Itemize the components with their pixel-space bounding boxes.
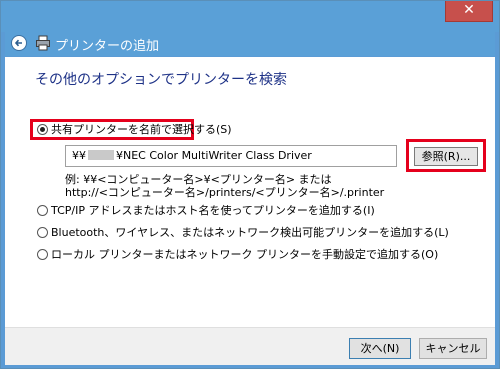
option-label: Bluetooth、ワイヤレス、またはネットワーク検出可能プリンターを追加する(… [51,226,449,239]
close-icon: ✕ [463,2,475,18]
option-local-manual[interactable]: ローカル プリンターまたはネットワーク プリンターを手動設定で追加する(O) [37,248,438,262]
browse-button[interactable]: 参照(R)... [414,147,478,166]
page-title: プリンターの追加 [55,39,160,54]
radio-button[interactable] [37,124,48,135]
main-content: その他のオプションでプリンターを検索 共有プリンターを名前で選択する(S) ¥¥… [5,57,495,327]
redacted-computer-name [88,150,114,160]
section-heading: その他のオプションでプリンターを検索 [35,72,287,88]
option-shared-printer-by-name[interactable]: 共有プリンターを名前で選択する(S) [37,123,232,137]
option-label: 共有プリンターを名前で選択する(S) [51,123,232,136]
back-arrow-icon [14,39,22,47]
close-button[interactable]: ✕ [445,1,493,22]
footer-bar: 次へ(N) キャンセル [5,327,495,365]
printer-icon [36,35,50,51]
navigation-bar: プリンターの追加 [5,32,495,56]
option-label: ローカル プリンターまたはネットワーク プリンターを手動設定で追加する(O) [51,248,439,261]
cancel-button[interactable]: キャンセル [419,338,487,359]
title-bar: ✕ [1,1,499,32]
radio-button[interactable] [37,249,48,260]
path-example-text: 例: ¥¥<コンピューター名>¥<プリンター名> または http://<コンピ… [65,173,385,199]
option-bluetooth-wireless[interactable]: Bluetooth、ワイヤレス、またはネットワーク検出可能プリンターを追加する(… [37,226,449,240]
next-button[interactable]: 次へ(N) [349,338,411,359]
printer-path-input[interactable]: ¥¥ ¥NEC Color MultiWriter Class Driver [65,145,397,167]
add-printer-window: ✕ プリンターの追加 その他のオプションでプリンターを検索 共有プリンターを名前… [0,0,500,369]
radio-button[interactable] [37,205,48,216]
option-label: TCP/IP アドレスまたはホスト名を使ってプリンターを追加する(I) [51,204,375,217]
radio-button[interactable] [37,227,48,238]
back-button[interactable] [11,35,27,51]
option-tcpip[interactable]: TCP/IP アドレスまたはホスト名を使ってプリンターを追加する(I) [37,204,375,218]
